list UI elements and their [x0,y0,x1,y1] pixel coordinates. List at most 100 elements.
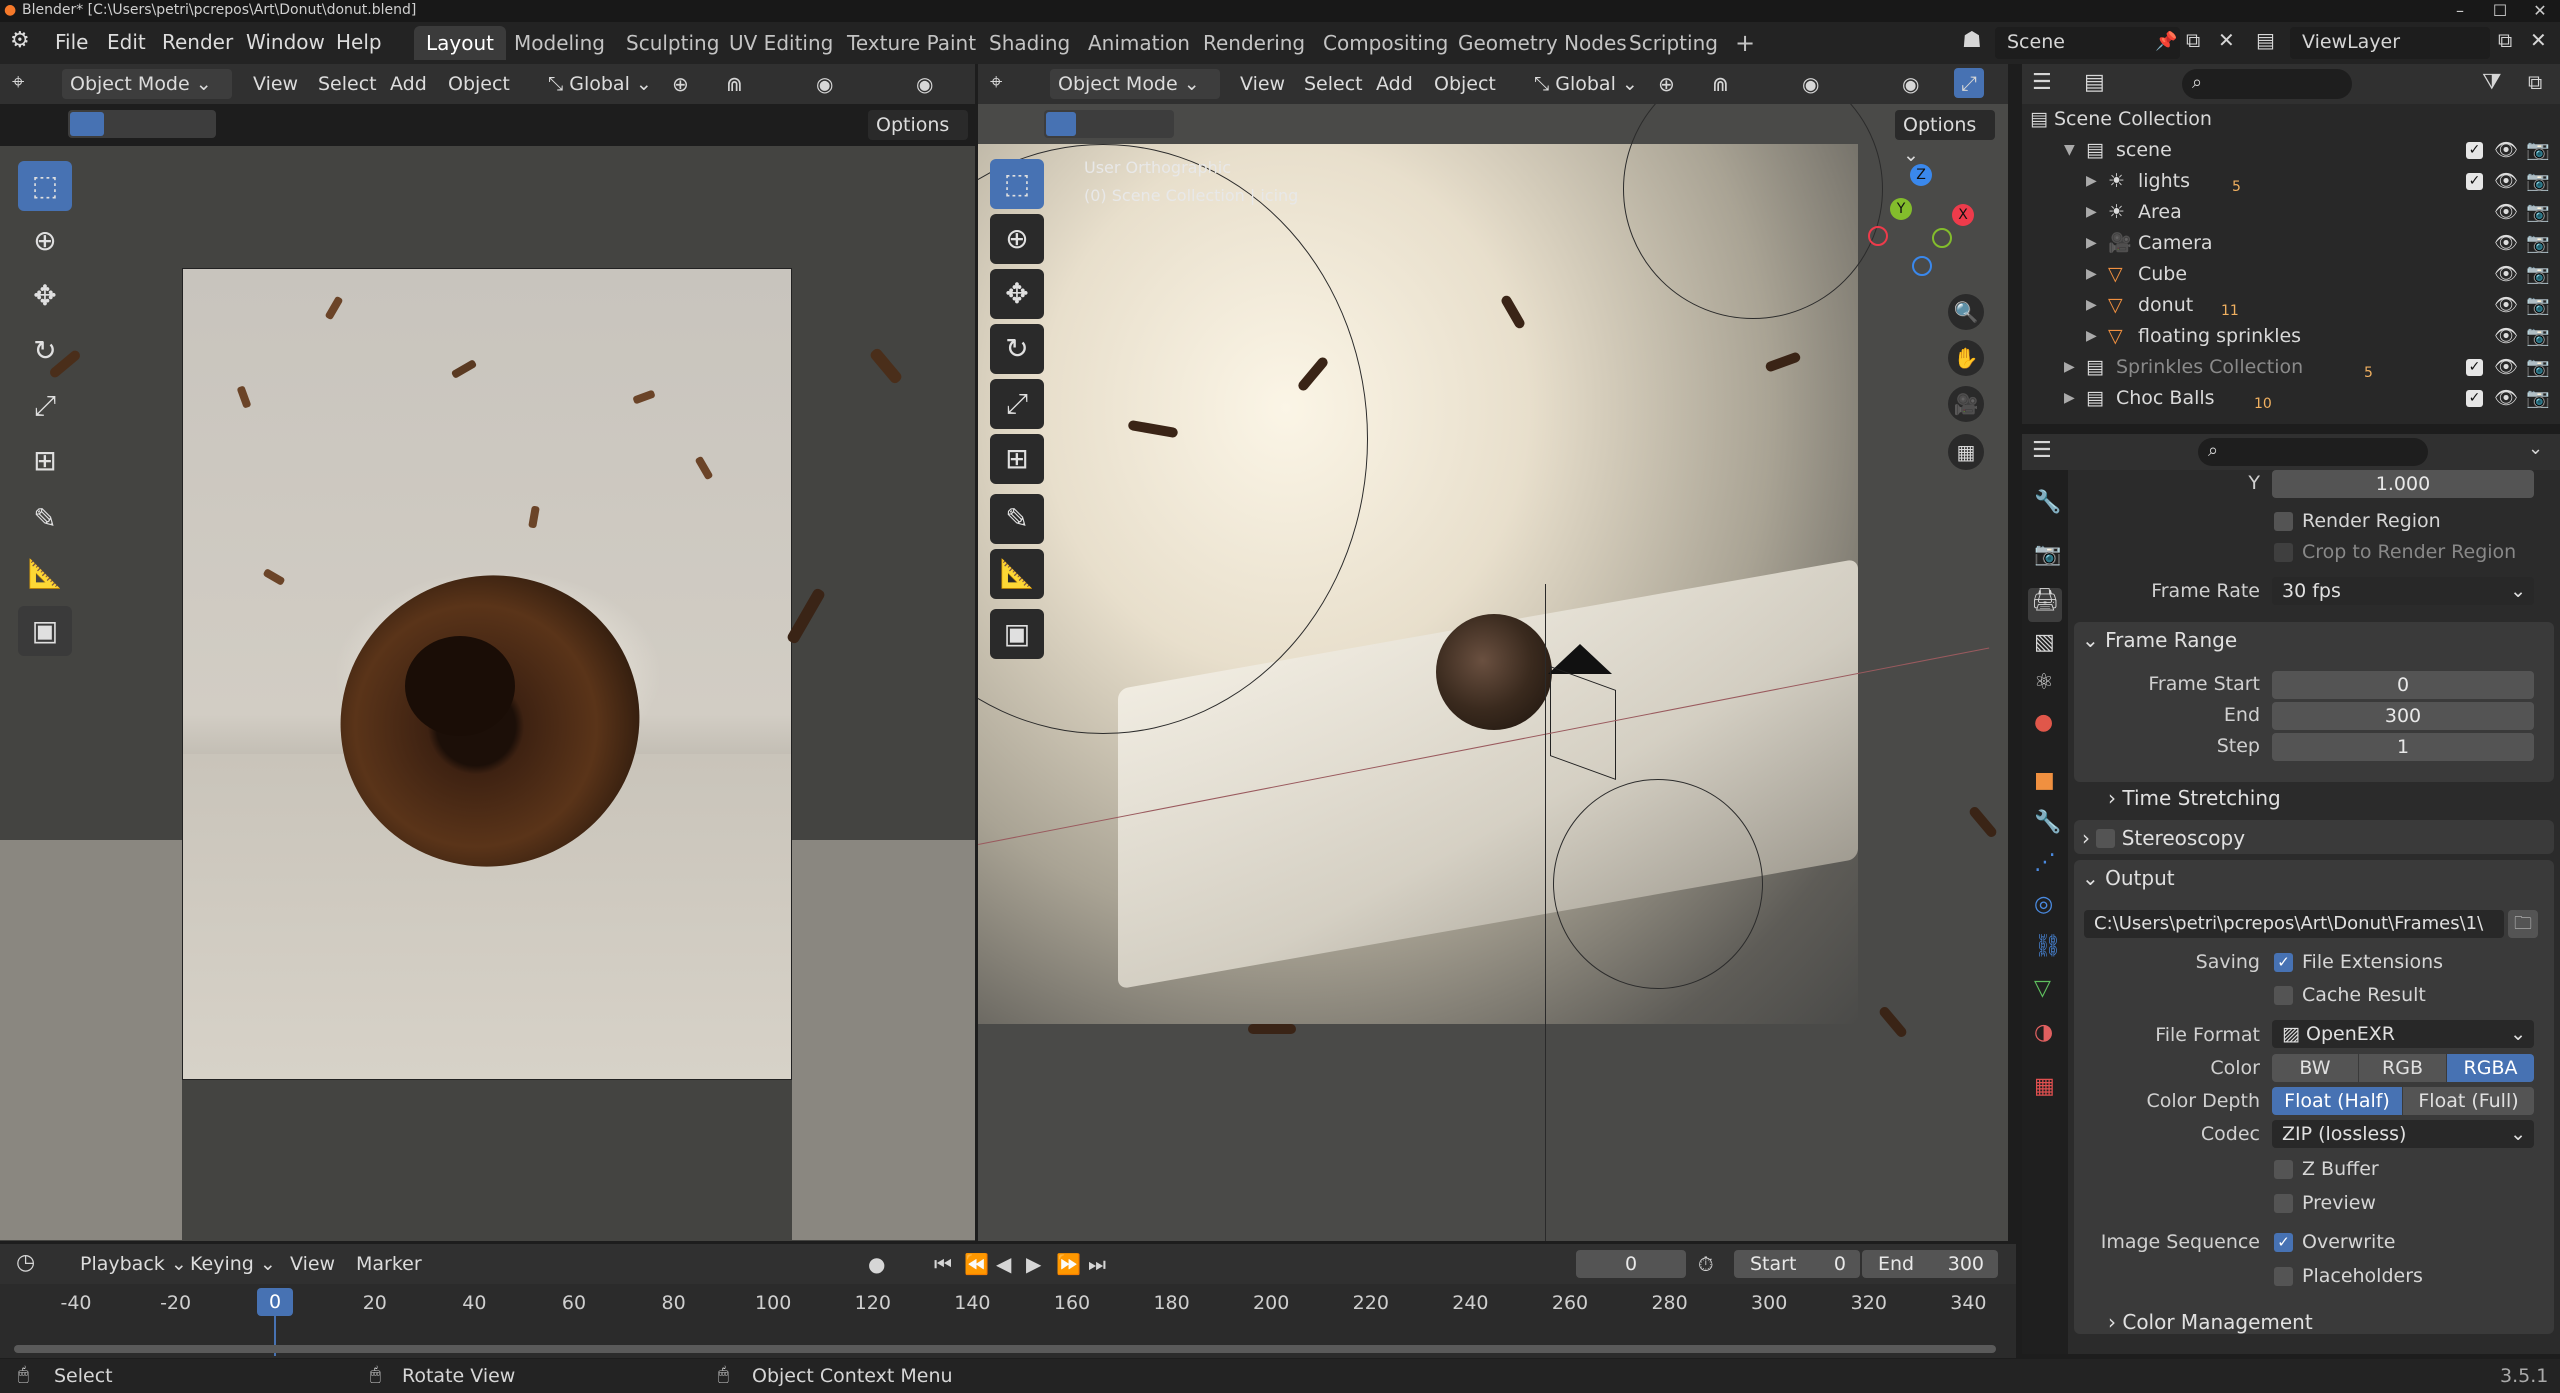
next-keyframe-icon[interactable]: ⏩ [1056,1252,1081,1276]
left-viewport[interactable]: ⬚ ⊕ ✥ ↻ ⤢ ⊞ ✎ 📐 ▣ [0,146,975,1241]
exclude-checkbox[interactable]: ✓ [2466,390,2483,407]
transform-tool[interactable]: ⊞ [18,436,72,486]
editor-type-icon[interactable]: ☰ [2032,70,2052,95]
blender-menu-icon[interactable]: ⚙ [10,28,30,53]
depth-full-button[interactable]: Float (Full) [2403,1087,2534,1115]
frame-end-field[interactable]: 300 [2272,702,2534,730]
tab-scripting[interactable]: Scripting [1617,26,1730,60]
outliner-item-scene[interactable]: ▼ ▤ scene ✓ 👁 📷 [2030,135,2560,166]
maximize-button[interactable]: ☐ [2480,0,2520,22]
chevron-down-icon[interactable]: ⌄ [2528,438,2543,459]
camera-view-icon[interactable]: 🎥 [1948,386,1984,422]
eye-icon[interactable]: 👁 [2494,383,2518,414]
measure-tool[interactable]: 📐 [18,549,72,599]
z-buffer-checkbox[interactable] [2274,1160,2293,1179]
frame-step-field[interactable]: 1 [2272,733,2534,761]
navigation-gizmo[interactable]: Z X Y [1868,164,1988,284]
scene-selector[interactable]: Scene 📌 [1995,27,2180,59]
menu-render[interactable]: Render [162,30,233,54]
output-header[interactable]: ⌄ Output [2082,866,2175,890]
gizmo-toggle-icon[interactable]: ⤢ [1954,68,1984,98]
eye-icon[interactable]: 👁 [2494,321,2518,352]
select-new-icon[interactable] [70,112,104,136]
menu-add[interactable]: Add [382,69,435,99]
depth-half-button[interactable]: Float (Half) [2272,1087,2402,1115]
outliner-item-sprinkles-collection[interactable]: ▶ ▤ Sprinkles Collection 5 ✓ 👁 📷 [2030,352,2560,383]
physics-tab-icon[interactable]: ◎ [2034,892,2053,917]
exclude-checkbox[interactable]: ✓ [2466,359,2483,376]
new-view-layer-icon[interactable]: ⧉ [2498,28,2512,52]
tab-geometry-nodes[interactable]: Geometry Nodes [1446,26,1639,60]
texture-tab-icon[interactable]: ▦ [2034,1074,2055,1099]
move-tool[interactable]: ✥ [18,271,72,321]
camera-render-icon[interactable]: 📷 [2526,383,2550,414]
eye-icon[interactable]: 👁 [2494,352,2518,383]
eye-icon[interactable]: 👁 [2494,135,2518,166]
exclude-checkbox[interactable]: ✓ [2466,173,2483,190]
measure-tool[interactable]: 📐 [990,549,1044,599]
constraints-tab-icon[interactable]: ⛓ [2034,934,2062,959]
annotate-tool[interactable]: ✎ [18,494,72,544]
menu-help[interactable]: Help [336,30,382,54]
editor-type-icon[interactable]: ◷ [16,1250,35,1275]
preview-checkbox[interactable] [2274,1194,2293,1213]
particles-tab-icon[interactable]: ⋰ [2034,850,2056,875]
left-select-modes[interactable] [68,110,216,138]
eye-icon[interactable]: 👁 [2494,166,2518,197]
delete-scene-icon[interactable]: ✕ [2218,28,2235,52]
axis-neg-y[interactable] [1932,228,1952,248]
play-icon[interactable]: ▶ [1026,1252,1041,1276]
transform-tool[interactable]: ⊞ [990,434,1044,484]
file-extensions-checkbox[interactable]: ✓ [2274,953,2293,972]
close-window-button[interactable]: ✕ [2520,0,2560,22]
eye-icon[interactable]: 👁 [2494,228,2518,259]
exclude-checkbox[interactable]: ✓ [2466,142,2483,159]
move-tool[interactable]: ✥ [990,269,1044,319]
disclosure-triangle-icon[interactable]: ▶ [2086,321,2097,352]
axis-z[interactable]: Z [1910,164,1932,186]
eye-icon[interactable]: 👁 [2494,290,2518,321]
add-cube-tool[interactable]: ▣ [18,606,72,656]
proportional-edit-icon[interactable]: ◉ [1802,72,1819,96]
jump-start-icon[interactable]: ⏮ [934,1252,952,1276]
snap-icon[interactable]: ⋒ [726,72,743,96]
tab-rendering[interactable]: Rendering [1191,26,1317,60]
axis-neg-x[interactable] [1868,226,1888,246]
cache-result-checkbox[interactable] [2274,986,2293,1005]
disclosure-triangle-icon[interactable]: ▶ [2086,166,2097,197]
annotate-tool[interactable]: ✎ [990,494,1044,544]
outliner-root[interactable]: ▤ Scene Collection [2030,104,2560,135]
view-layer-tab-icon[interactable]: ▧ [2034,630,2055,655]
pin-icon[interactable]: 📌 [2155,31,2177,52]
modifier-tab-icon[interactable]: 🔧 [2034,810,2061,835]
axis-y[interactable]: Y [1890,198,1912,220]
frame-start-field[interactable]: 0 [2272,671,2534,699]
camera-render-icon[interactable]: 📷 [2526,166,2550,197]
axis-neg-z[interactable] [1912,256,1932,276]
disclosure-triangle-icon[interactable]: ▶ [2086,290,2097,321]
disclosure-triangle-icon[interactable]: ▶ [2064,352,2075,383]
scene-icon[interactable]: ☗ [1962,28,1982,53]
visibility-icon[interactable]: ◉ [916,72,933,96]
tab-animation[interactable]: Animation [1076,26,1202,60]
stereoscopy-checkbox[interactable] [2096,829,2116,848]
menu-view[interactable]: View [1232,69,1293,99]
camera-render-icon[interactable]: 📷 [2526,135,2550,166]
current-frame-field[interactable]: 0 [1576,1250,1686,1278]
crop-region-checkbox[interactable] [2274,543,2293,562]
material-tab-icon[interactable]: ◑ [2034,1020,2053,1045]
outliner-item-lights[interactable]: ▶ ☀ lights 5 ✓ 👁 📷 [2030,166,2560,197]
jump-end-icon[interactable]: ⏭ [1088,1252,1106,1276]
render-region-checkbox[interactable] [2274,512,2293,531]
right-viewport[interactable]: User Orthographic (0) Scene Collection |… [978,104,2008,1241]
cursor-tool[interactable]: ⊕ [990,214,1044,264]
menu-keying[interactable]: Keying ⌄ [182,1249,284,1279]
camera-render-icon[interactable]: 📷 [2526,228,2550,259]
minimize-button[interactable]: – [2440,0,2480,22]
disclosure-triangle-icon[interactable]: ▶ [2064,383,2075,414]
time-stretching-header[interactable]: › Time Stretching [2108,786,2281,810]
menu-select[interactable]: Select [1296,69,1371,99]
select-new-icon[interactable] [1046,112,1076,136]
object-tab-icon[interactable]: ■ [2034,768,2055,793]
timeline-scrollbar[interactable] [14,1345,1996,1353]
